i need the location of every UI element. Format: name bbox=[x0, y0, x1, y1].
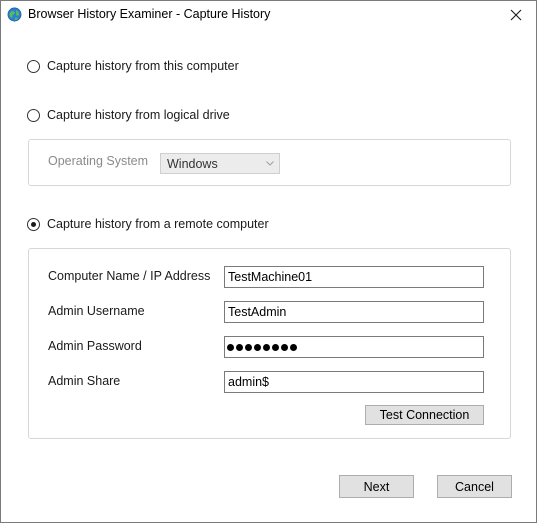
title-bar: Browser History Examiner - Capture Histo… bbox=[1, 1, 536, 29]
admin-password-input[interactable] bbox=[224, 336, 484, 358]
admin-share-input[interactable] bbox=[224, 371, 484, 393]
radio-logical-drive[interactable] bbox=[27, 108, 40, 122]
radio-remote-computer[interactable] bbox=[27, 217, 40, 231]
option-logical-drive-label: Capture history from logical drive bbox=[47, 108, 230, 122]
password-dot bbox=[227, 343, 234, 351]
password-dot bbox=[254, 343, 261, 351]
option-logical-drive[interactable]: Capture history from logical drive bbox=[27, 108, 230, 122]
computer-name-input[interactable] bbox=[224, 266, 484, 288]
admin-username-input[interactable] bbox=[224, 301, 484, 323]
admin-password-label: Admin Password bbox=[48, 339, 142, 353]
computer-name-label: Computer Name / IP Address bbox=[48, 269, 211, 283]
option-this-computer[interactable]: Capture history from this computer bbox=[27, 59, 239, 73]
admin-share-label: Admin Share bbox=[48, 374, 121, 388]
os-select[interactable]: Windows bbox=[160, 153, 280, 174]
globe-icon bbox=[7, 7, 22, 22]
option-remote-computer-label: Capture history from a remote computer bbox=[47, 217, 269, 231]
admin-username-label: Admin Username bbox=[48, 304, 145, 318]
password-dot bbox=[236, 343, 243, 351]
password-dot bbox=[272, 343, 279, 351]
window-title: Browser History Examiner - Capture Histo… bbox=[28, 7, 271, 21]
option-this-computer-label: Capture history from this computer bbox=[47, 59, 239, 73]
radio-this-computer[interactable] bbox=[27, 59, 40, 73]
cancel-button[interactable]: Cancel bbox=[437, 475, 512, 498]
password-dot bbox=[281, 343, 288, 351]
close-icon bbox=[510, 9, 522, 21]
password-dot bbox=[263, 343, 270, 351]
next-button[interactable]: Next bbox=[339, 475, 414, 498]
os-select-value: Windows bbox=[167, 156, 218, 171]
capture-history-dialog: Browser History Examiner - Capture Histo… bbox=[0, 0, 537, 523]
test-connection-button[interactable]: Test Connection bbox=[365, 405, 484, 425]
chevron-down-icon bbox=[261, 161, 279, 166]
close-button[interactable] bbox=[496, 1, 536, 29]
password-dot bbox=[290, 343, 297, 351]
password-dot bbox=[245, 343, 252, 351]
os-label: Operating System bbox=[48, 154, 149, 168]
option-remote-computer[interactable]: Capture history from a remote computer bbox=[27, 217, 269, 231]
logical-drive-group: Operating System Windows bbox=[28, 139, 511, 186]
remote-computer-group: Computer Name / IP Address Admin Usernam… bbox=[28, 248, 511, 439]
